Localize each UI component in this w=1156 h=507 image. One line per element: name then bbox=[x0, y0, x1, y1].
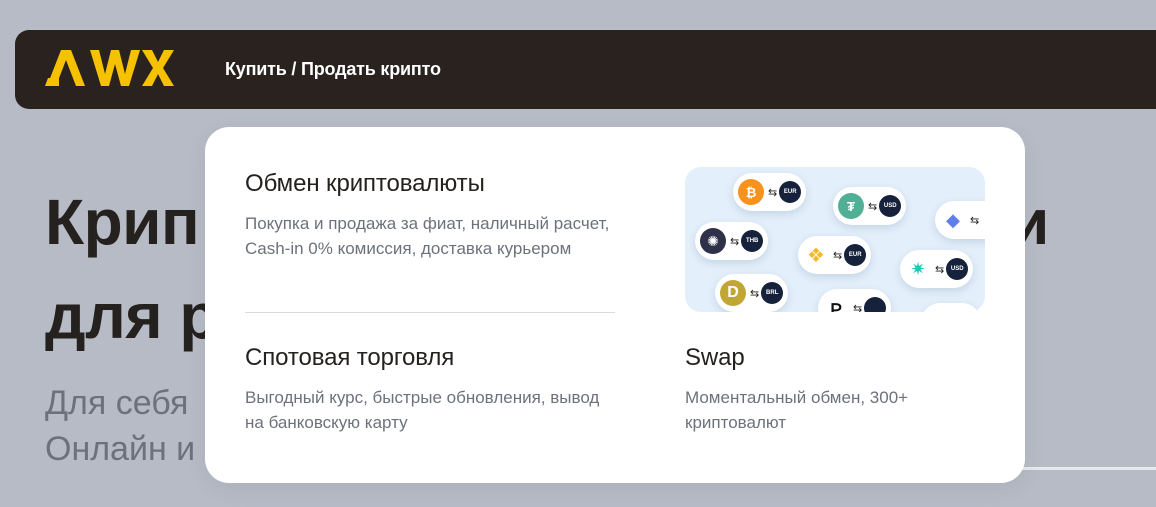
binance-icon: ❖ bbox=[803, 242, 829, 268]
exchange-arrows-icon: ⇆ bbox=[833, 249, 842, 262]
hero-sub-line2: Онлайн и bbox=[45, 430, 196, 468]
pair-chip: ❖ ⇆ EUR bbox=[798, 236, 872, 274]
fiat-badge: BRL bbox=[761, 282, 784, 304]
decorative-divider bbox=[1005, 467, 1156, 470]
cosmos-icon: ✺ bbox=[700, 228, 726, 254]
nav-link-buy-sell-crypto[interactable]: Купить / Продать крипто bbox=[225, 59, 441, 80]
hero-title-line1: Крип bbox=[45, 186, 200, 258]
menu-item-spot-trading[interactable]: Спотовая торговля Выгодный курс, быстрые… bbox=[245, 343, 615, 435]
pair-chip: D ⇆ BRL bbox=[715, 274, 789, 312]
tether-icon: ₮ bbox=[838, 193, 864, 219]
buy-sell-dropdown-menu: Обмен криптовалюты Покупка и продажа за … bbox=[205, 127, 1025, 483]
fiat-badge: USD bbox=[946, 258, 969, 280]
pair-chip: ₮ ⇆ USD bbox=[833, 187, 907, 225]
hero-subtitle: Для себя Онлайн и bbox=[45, 380, 195, 472]
fiat-badge: USD bbox=[879, 195, 902, 217]
hero-title-line2: для р bbox=[45, 280, 219, 352]
pair-chip: ✷ ⇆ USD bbox=[900, 250, 974, 288]
exchange-arrows-icon: ⇆ bbox=[868, 200, 877, 213]
menu-item-title: Обмен криптовалюты bbox=[245, 170, 485, 197]
awx-logo[interactable] bbox=[45, 48, 175, 88]
menu-item-crypto-exchange[interactable]: Обмен криптовалюты Покупка и продажа за … bbox=[245, 169, 615, 261]
swap-illustration[interactable]: ₿ ⇆ EUR ₮ ⇆ USD ◆ ⇆ ✺ ⇆ THB ❖ ⇆ EUR ✷ ⇆ … bbox=[685, 167, 985, 312]
menu-item-swap[interactable]: Swap Моментальный обмен, 300+ криптовалю… bbox=[685, 343, 985, 435]
hero-sub-line1: Для себя bbox=[45, 384, 189, 422]
polkadot-icon: Ｐ bbox=[823, 295, 849, 312]
fiat-badge: EUR bbox=[844, 244, 867, 266]
pair-chip: ✺ ⇆ THB bbox=[695, 222, 769, 260]
menu-item-description: Моментальный обмен, 300+ криптовалют bbox=[685, 388, 909, 432]
dogecoin-icon: D bbox=[720, 280, 746, 306]
exchange-arrows-icon: ⇆ bbox=[853, 302, 862, 313]
fiat-badge bbox=[864, 297, 887, 312]
hero-title: Крип для р bbox=[45, 175, 219, 363]
bitcoin-icon: ₿ bbox=[738, 179, 764, 205]
menu-item-description: Выгодный курс, быстрые обновления, вывод… bbox=[245, 388, 600, 432]
cardano-icon: ✷ bbox=[905, 256, 931, 282]
pair-chip bbox=[921, 303, 981, 312]
menu-item-title: Swap bbox=[685, 344, 745, 371]
ethereum-icon: ◆ bbox=[940, 207, 966, 233]
menu-item-title: Спотовая торговля bbox=[245, 344, 455, 371]
pair-chip: Ｐ ⇆ bbox=[818, 289, 892, 313]
pair-chip: ◆ ⇆ bbox=[935, 201, 985, 239]
top-header: Купить / Продать крипто bbox=[15, 30, 1156, 109]
fiat-badge: EUR bbox=[779, 181, 802, 203]
exchange-arrows-icon: ⇆ bbox=[750, 287, 759, 300]
fiat-badge: THB bbox=[741, 230, 764, 252]
menu-item-description: Покупка и продажа за фиат, наличный расч… bbox=[245, 214, 610, 258]
menu-divider bbox=[245, 312, 615, 313]
exchange-arrows-icon: ⇆ bbox=[768, 186, 777, 199]
exchange-arrows-icon: ⇆ bbox=[935, 263, 944, 276]
exchange-arrows-icon: ⇆ bbox=[970, 214, 979, 227]
pair-chip: ₿ ⇆ EUR bbox=[733, 173, 807, 211]
exchange-arrows-icon: ⇆ bbox=[730, 235, 739, 248]
